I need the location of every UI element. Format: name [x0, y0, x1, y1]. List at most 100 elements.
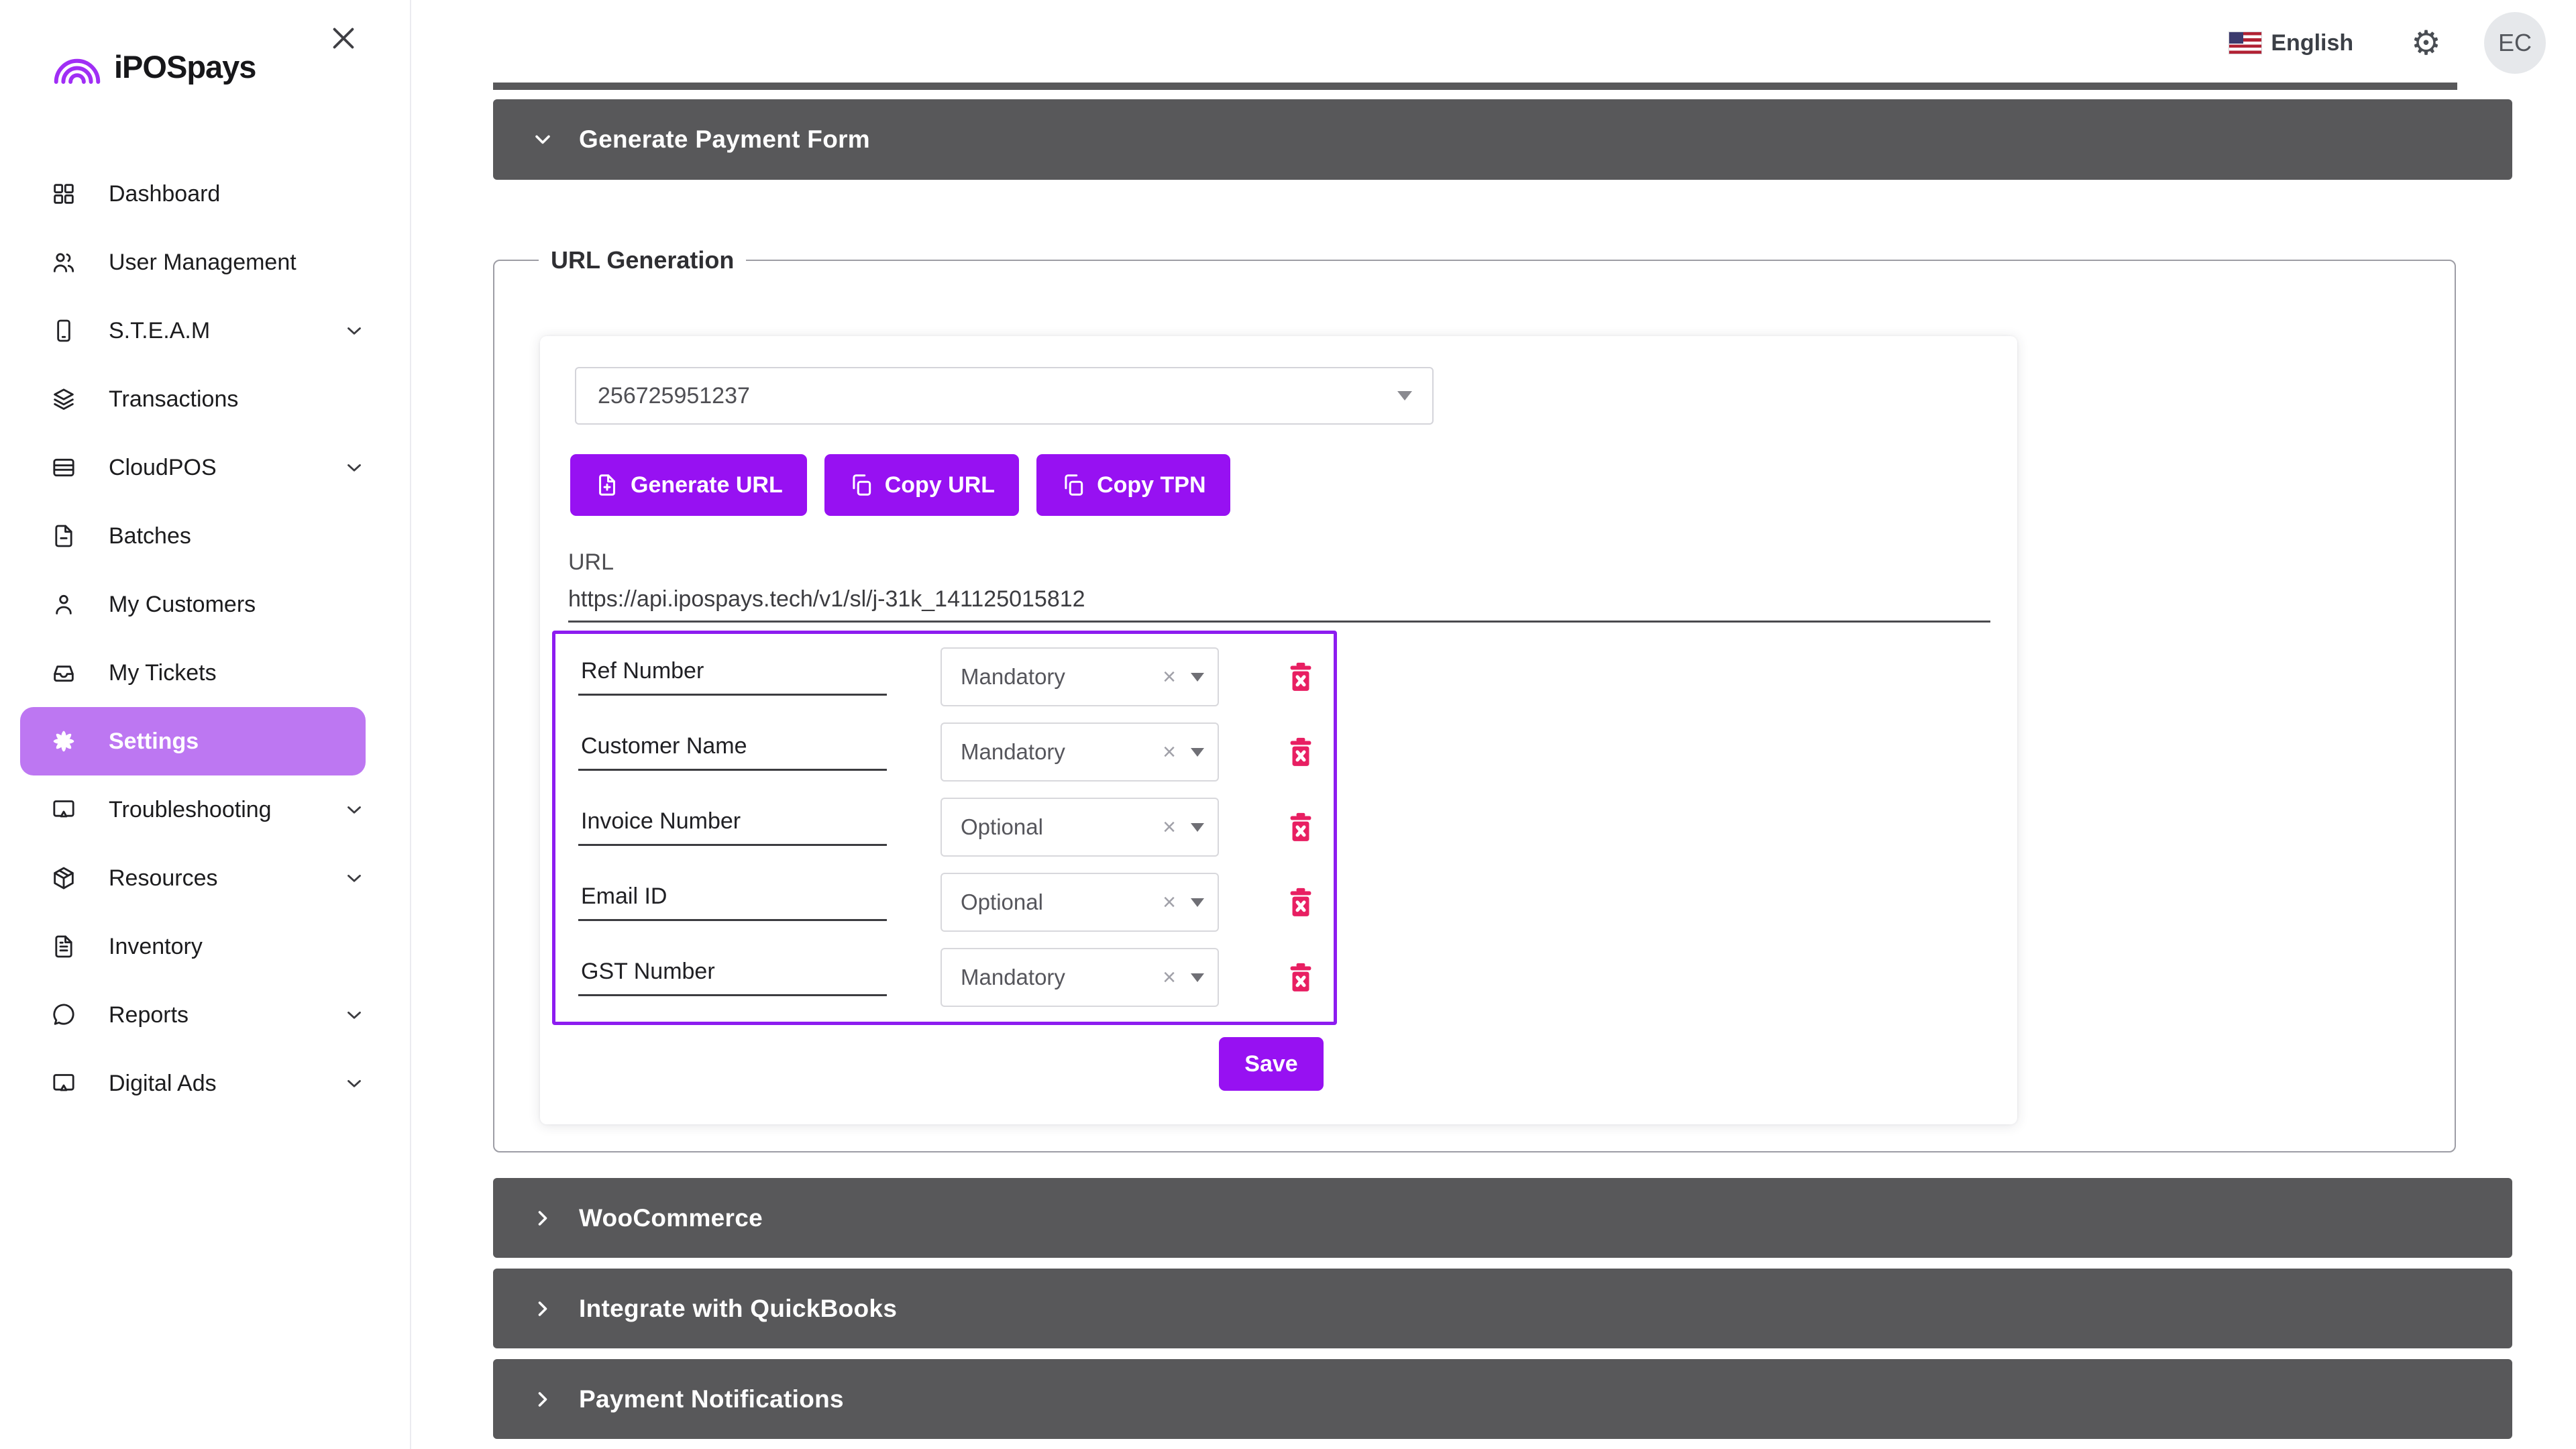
copy-icon [849, 472, 874, 498]
sidebar-item-batches[interactable]: Batches [0, 502, 410, 570]
sidebar-item-dashboard[interactable]: Dashboard [0, 160, 410, 228]
requirement-value: Mandatory [961, 664, 1163, 690]
caret-down-icon [1191, 898, 1204, 907]
sidebar-item-inventory[interactable]: Inventory [0, 912, 410, 981]
sidebar: iPOSpays Dashboard User Management [0, 0, 411, 1449]
requirement-value: Mandatory [961, 739, 1163, 765]
chevron-down-icon [343, 456, 366, 479]
users-icon [50, 248, 78, 276]
field-name-input[interactable]: Invoice Number [578, 808, 887, 846]
chevron-down-icon [343, 1004, 366, 1026]
clear-x-icon[interactable]: × [1163, 664, 1176, 690]
requirement-value: Optional [961, 890, 1163, 915]
file-plus-icon [594, 472, 620, 498]
copy-icon [1061, 472, 1086, 498]
field-name-input[interactable]: GST Number [578, 959, 887, 996]
sidebar-item-label: User Management [109, 250, 297, 276]
clear-x-icon[interactable]: × [1163, 814, 1176, 841]
sidebar-item-steam[interactable]: S.T.E.A.M [0, 297, 410, 365]
generate-url-button[interactable]: Generate URL [570, 454, 807, 516]
requirement-select[interactable]: Optional × [941, 798, 1219, 857]
us-flag-icon[interactable] [2229, 32, 2261, 54]
avatar[interactable]: EC [2484, 12, 2546, 74]
sidebar-item-label: S.T.E.A.M [109, 318, 210, 344]
settings-content: Generate Payment Form URL Generation 256… [493, 83, 2512, 1449]
field-row-invoice-number: Invoice Number Optional × [578, 790, 1334, 865]
sidebar-item-label: Resources [109, 865, 218, 892]
chat-bubble-icon [50, 1001, 78, 1029]
sidebar-item-troubleshooting[interactable]: Troubleshooting [0, 775, 410, 844]
sidebar-item-cloudpos[interactable]: CloudPOS [0, 433, 410, 502]
url-label: URL [568, 549, 2017, 576]
requirement-select[interactable]: Mandatory × [941, 948, 1219, 1007]
trash-icon[interactable] [1286, 886, 1316, 918]
brand-name: iPOSpays [114, 48, 256, 85]
gear-icon[interactable]: ⚙ [2411, 26, 2441, 60]
sidebar-item-label: My Tickets [109, 660, 217, 686]
close-icon[interactable] [328, 23, 359, 54]
section-generate-payment-form[interactable]: Generate Payment Form [493, 99, 2512, 180]
section-woocommerce[interactable]: WooCommerce [493, 1178, 2512, 1258]
sidebar-item-reports[interactable]: Reports [0, 981, 410, 1049]
trash-icon[interactable] [1286, 736, 1316, 768]
file-minus-icon [50, 522, 78, 550]
trash-icon[interactable] [1286, 961, 1316, 994]
sidebar-item-label: Digital Ads [109, 1071, 217, 1097]
rainbow-arcs-icon [50, 48, 105, 85]
clear-x-icon[interactable]: × [1163, 890, 1176, 916]
chevron-down-icon [343, 867, 366, 890]
field-name-input[interactable]: Ref Number [578, 658, 887, 696]
requirement-select[interactable]: Mandatory × [941, 647, 1219, 706]
payment-fields-box: Ref Number Mandatory × [552, 631, 1337, 1025]
chevron-right-icon [531, 1297, 555, 1321]
caret-down-icon [1191, 973, 1204, 982]
sidebar-item-transactions[interactable]: Transactions [0, 365, 410, 433]
section-quickbooks[interactable]: Integrate with QuickBooks [493, 1269, 2512, 1348]
requirement-select[interactable]: Mandatory × [941, 722, 1219, 782]
document-icon [50, 932, 78, 961]
display-ad-icon [50, 1069, 78, 1097]
url-underline [568, 621, 1990, 623]
sidebar-item-resources[interactable]: Resources [0, 844, 410, 912]
language-selector[interactable]: English [2271, 30, 2353, 56]
button-label: Copy TPN [1097, 472, 1205, 498]
topbar: English ⚙ EC [2229, 12, 2546, 74]
tpn-select[interactable]: 256725951237 [575, 367, 1434, 425]
smartphone-icon [50, 317, 78, 345]
previous-section-edge [493, 83, 2457, 90]
requirement-select[interactable]: Optional × [941, 873, 1219, 932]
requirement-value: Mandatory [961, 965, 1163, 990]
main-area: English ⚙ EC Generate Payment Form URL G… [411, 0, 2576, 1449]
field-name-input[interactable]: Email ID [578, 883, 887, 921]
inbox-icon [50, 659, 78, 687]
chevron-down-icon [343, 319, 366, 342]
sidebar-item-digital-ads[interactable]: Digital Ads [0, 1049, 410, 1118]
sidebar-item-my-customers[interactable]: My Customers [0, 570, 410, 639]
save-button[interactable]: Save [1219, 1037, 1324, 1091]
field-row-gst-number: GST Number Mandatory × [578, 940, 1334, 1015]
copy-tpn-button[interactable]: Copy TPN [1036, 454, 1230, 516]
trash-icon[interactable] [1286, 811, 1316, 843]
button-label: Generate URL [631, 472, 783, 498]
display-warning-icon [50, 796, 78, 824]
clear-x-icon[interactable]: × [1163, 965, 1176, 991]
sidebar-item-label: Dashboard [109, 181, 220, 207]
chevron-down-icon [343, 798, 366, 821]
requirement-value: Optional [961, 814, 1163, 840]
field-name-input[interactable]: Customer Name [578, 733, 887, 771]
button-label: Copy URL [885, 472, 995, 498]
flower-icon [50, 727, 78, 755]
copy-url-button[interactable]: Copy URL [824, 454, 1019, 516]
clear-x-icon[interactable]: × [1163, 739, 1176, 765]
field-row-email-id: Email ID Optional × [578, 865, 1334, 940]
sidebar-item-settings[interactable]: Settings [20, 707, 366, 775]
section-payment-notifications[interactable]: Payment Notifications [493, 1359, 2512, 1439]
caret-down-icon [1397, 391, 1412, 400]
trash-icon[interactable] [1286, 661, 1316, 693]
sidebar-item-user-management[interactable]: User Management [0, 228, 410, 297]
chevron-down-icon [531, 127, 555, 152]
tpn-select-value: 256725951237 [598, 383, 1397, 409]
credit-card-icon [50, 453, 78, 482]
sidebar-item-label: Troubleshooting [109, 797, 272, 823]
sidebar-item-my-tickets[interactable]: My Tickets [0, 639, 410, 707]
